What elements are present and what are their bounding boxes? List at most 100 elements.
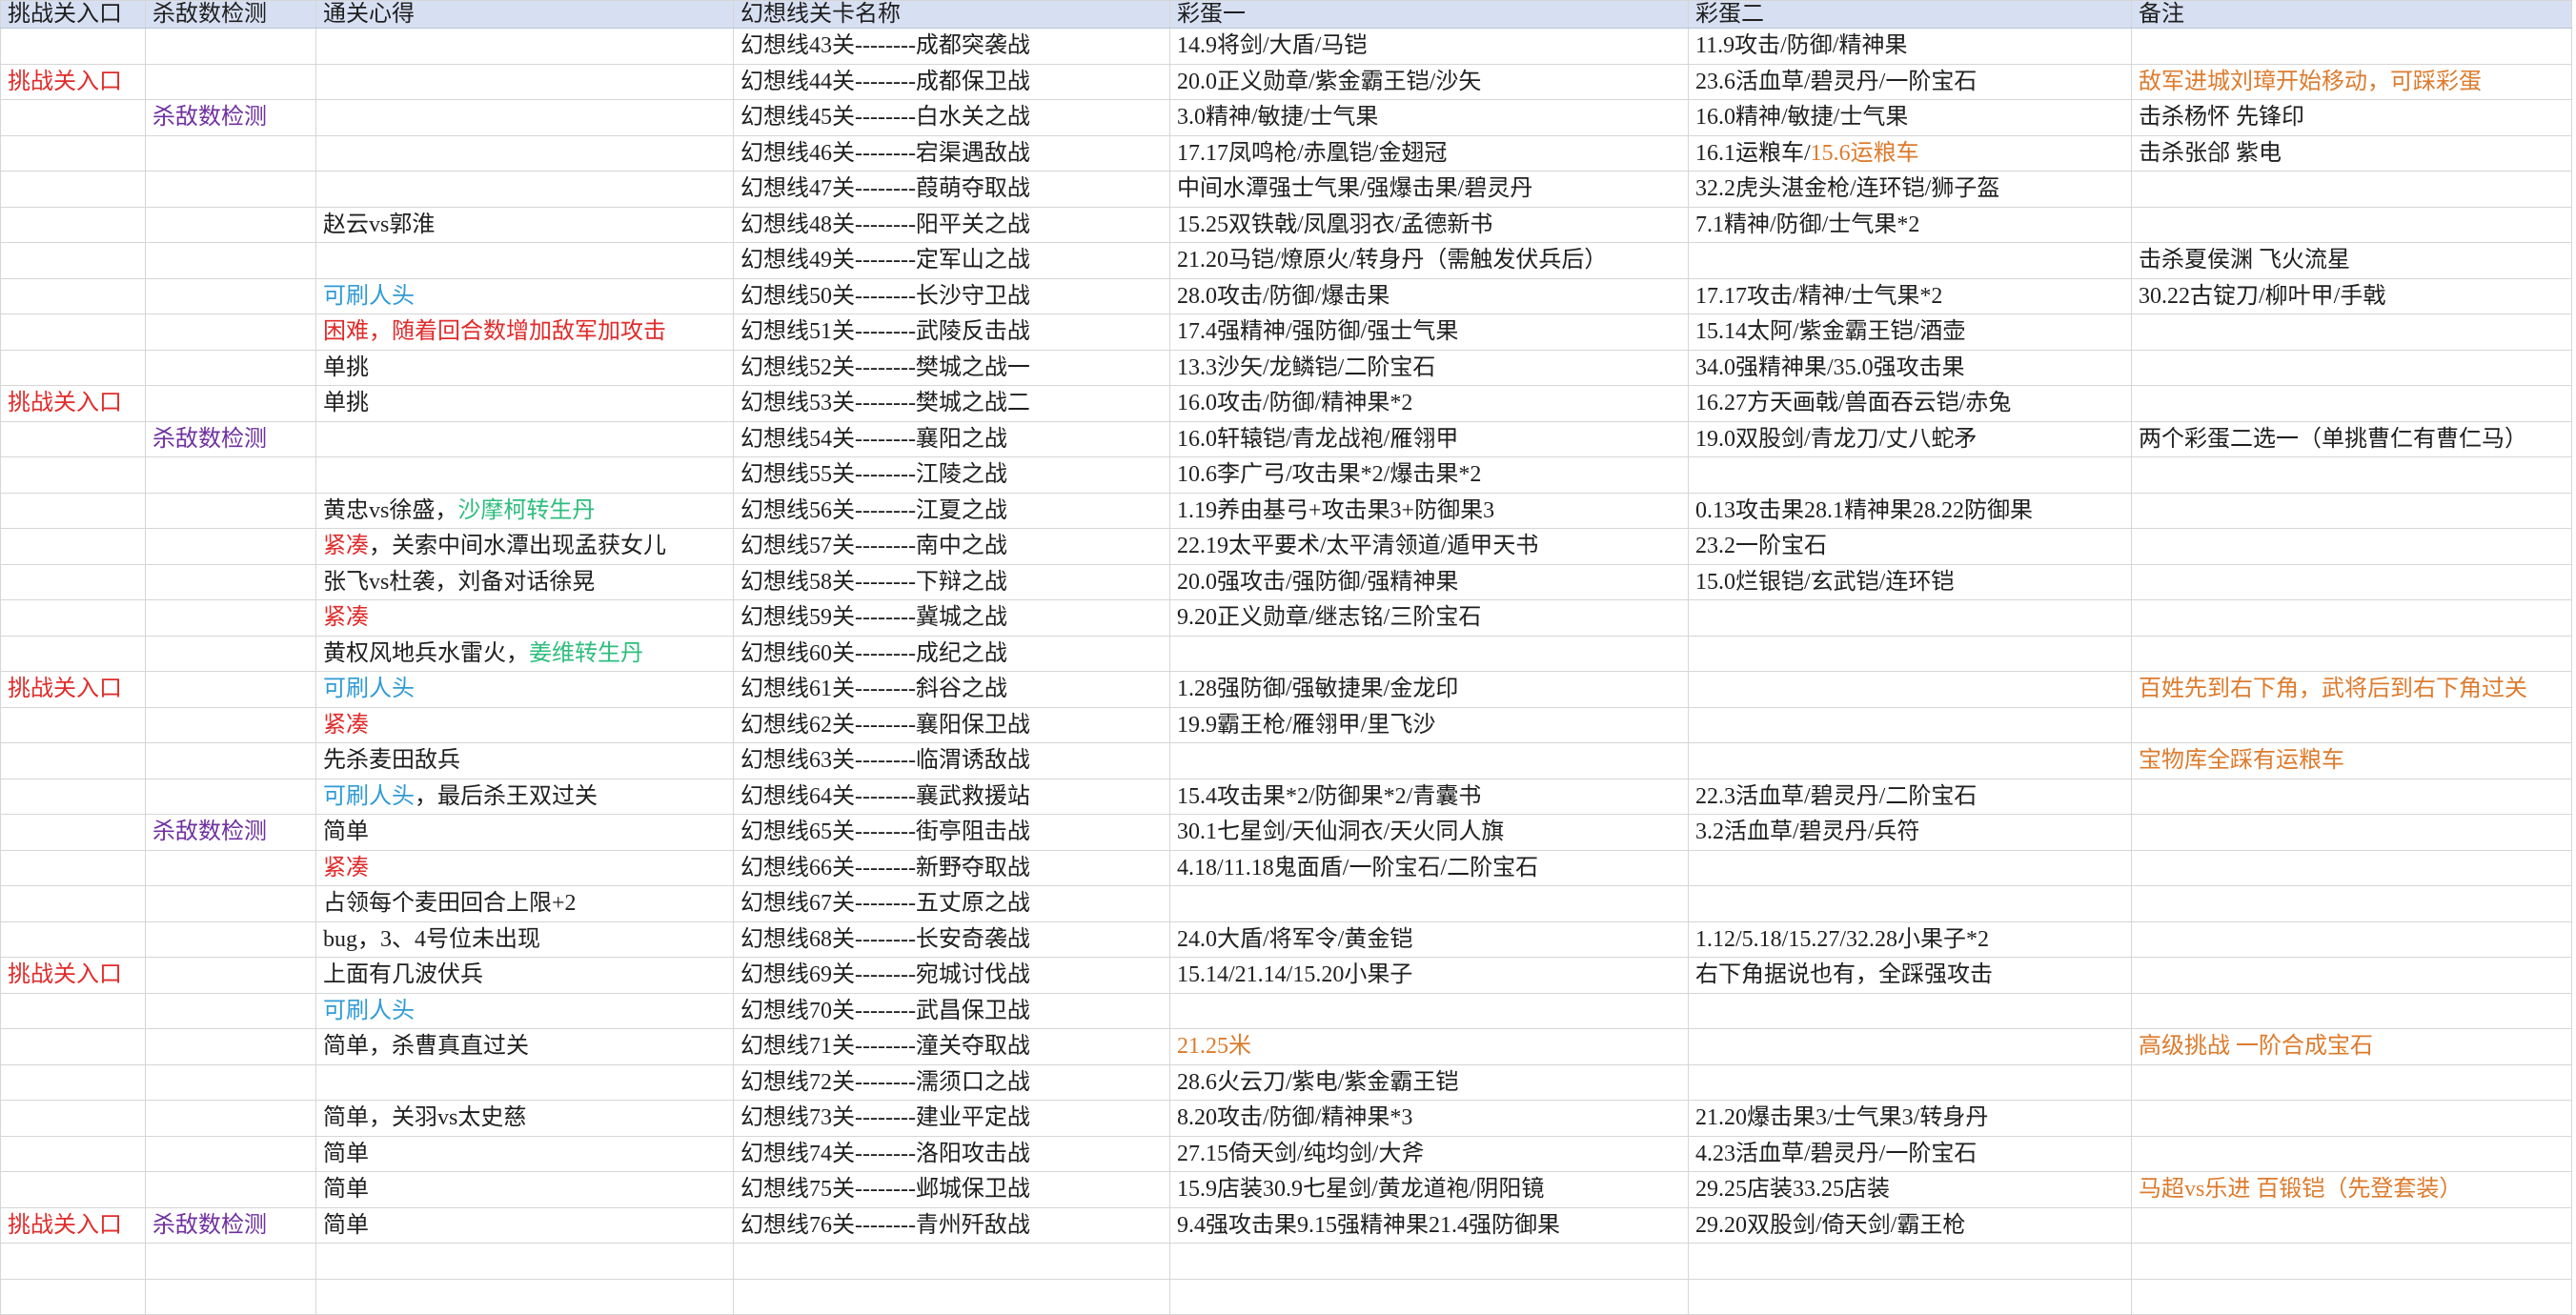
cell[interactable]: 简单，杀曹真直过关 xyxy=(316,1029,734,1065)
cell[interactable]: 紧凑，关索中间水潭出现孟获女儿 xyxy=(316,529,734,565)
cell[interactable] xyxy=(2132,958,2572,994)
cell[interactable]: 22.19太平要术/太平清领道/遁甲天书 xyxy=(1170,529,1689,565)
cell[interactable]: 困难，随着回合数增加敌军加攻击 xyxy=(316,314,734,351)
cell[interactable] xyxy=(2132,815,2572,851)
cell[interactable] xyxy=(146,529,316,565)
cell[interactable]: 中间水潭强士气果/强爆击果/碧灵丹 xyxy=(1170,172,1689,208)
cell[interactable]: 30.1七星剑/天仙洞衣/天火同人旗 xyxy=(1170,815,1689,851)
cell[interactable] xyxy=(2132,921,2572,958)
cell[interactable] xyxy=(2132,1136,2572,1172)
cell[interactable] xyxy=(1,886,146,922)
cell[interactable] xyxy=(1689,886,2132,922)
cell[interactable]: 可刷人头，最后杀王双过关 xyxy=(316,779,734,815)
cell[interactable]: 幻想线67关--------五丈原之战 xyxy=(734,886,1170,922)
cell[interactable]: 幻想线75关--------邺城保卫战 xyxy=(734,1172,1170,1208)
cell[interactable] xyxy=(2132,1207,2572,1244)
cell[interactable]: 17.17攻击/精神/士气果*2 xyxy=(1689,278,2132,314)
cell[interactable] xyxy=(1170,886,1689,922)
cell[interactable]: 9.20正义勋章/继志铭/三阶宝石 xyxy=(1170,600,1689,637)
cell[interactable] xyxy=(146,386,316,422)
cell[interactable]: 幻想线51关--------武陵反击战 xyxy=(734,314,1170,351)
cell[interactable]: 幻想线53关--------樊城之战二 xyxy=(734,386,1170,422)
cell[interactable] xyxy=(316,1279,734,1315)
cell[interactable] xyxy=(316,64,734,100)
cell[interactable] xyxy=(1689,243,2132,279)
cell[interactable] xyxy=(1689,743,2132,779)
cell[interactable] xyxy=(146,1064,316,1101)
cell[interactable]: 右下角据说也有，全踩强攻击 xyxy=(1689,958,2132,994)
cell[interactable] xyxy=(2132,1101,2572,1137)
cell[interactable]: 幻想线59关--------冀城之战 xyxy=(734,600,1170,637)
cell[interactable]: 21.20爆击果3/士气果3/转身丹 xyxy=(1689,1101,2132,1137)
cell[interactable]: 幻想线63关--------临渭诱敌战 xyxy=(734,743,1170,779)
cell[interactable] xyxy=(1,421,146,457)
cell[interactable]: 10.6李广弓/攻击果*2/爆击果*2 xyxy=(1170,457,1689,494)
cell[interactable]: 15.14太阿/紫金霸王铠/酒壶 xyxy=(1689,314,2132,351)
cell[interactable]: 幻想线52关--------樊城之战一 xyxy=(734,350,1170,386)
cell[interactable]: 单挑 xyxy=(316,386,734,422)
cell[interactable]: 简单 xyxy=(316,1207,734,1244)
cell[interactable] xyxy=(316,243,734,279)
cell[interactable]: 21.25米 xyxy=(1170,1029,1689,1065)
cell[interactable]: 28.6火云刀/紫电/紫金霸王铠 xyxy=(1170,1064,1689,1101)
cell[interactable]: 单挑 xyxy=(316,350,734,386)
cell[interactable] xyxy=(316,421,734,457)
cell[interactable]: 挑战关入口 xyxy=(1,958,146,994)
cell[interactable]: 3.0精神/敏捷/士气果 xyxy=(1170,100,1689,136)
cell[interactable] xyxy=(1689,1029,2132,1065)
cell[interactable] xyxy=(146,779,316,815)
cell[interactable]: 简单，关羽vs太史慈 xyxy=(316,1101,734,1137)
cell[interactable]: 1.28强防御/强敏捷果/金龙印 xyxy=(1170,672,1689,708)
cell[interactable]: 幻想线49关--------定军山之战 xyxy=(734,243,1170,279)
cell[interactable]: 幻想线44关--------成都保卫战 xyxy=(734,64,1170,100)
cell[interactable] xyxy=(146,707,316,743)
cell[interactable] xyxy=(1689,1279,2132,1315)
cell[interactable]: 17.4强精神/强防御/强士气果 xyxy=(1170,314,1689,351)
cell[interactable]: 张飞vs杜袭，刘备对话徐晃 xyxy=(316,564,734,600)
cell[interactable]: 简单 xyxy=(316,1172,734,1208)
cell[interactable] xyxy=(2132,314,2572,351)
cell[interactable] xyxy=(2132,457,2572,494)
cell[interactable] xyxy=(316,457,734,494)
cell[interactable]: 挑战关入口 xyxy=(1,386,146,422)
cell[interactable] xyxy=(2132,172,2572,208)
cell[interactable]: 幻想线69关--------宛城讨伐战 xyxy=(734,958,1170,994)
cell[interactable]: 幻想线72关--------濡须口之战 xyxy=(734,1064,1170,1101)
cell[interactable] xyxy=(1,493,146,529)
cell[interactable] xyxy=(1,1172,146,1208)
cell[interactable]: 幻想线43关--------成都突袭战 xyxy=(734,29,1170,65)
cell[interactable]: 15.14/21.14/15.20小果子 xyxy=(1170,958,1689,994)
cell[interactable]: 幻想线73关--------建业平定战 xyxy=(734,1101,1170,1137)
cell[interactable]: 幻想线61关--------斜谷之战 xyxy=(734,672,1170,708)
column-header[interactable]: 幻想线关卡名称 xyxy=(734,1,1170,29)
cell[interactable]: 幻想线74关--------洛阳攻击战 xyxy=(734,1136,1170,1172)
cell[interactable] xyxy=(2132,493,2572,529)
cell[interactable] xyxy=(1,135,146,172)
cell[interactable] xyxy=(1,1101,146,1137)
cell[interactable]: 1.12/5.18/15.27/32.28小果子*2 xyxy=(1689,921,2132,958)
cell[interactable] xyxy=(146,850,316,886)
cell[interactable] xyxy=(1689,1244,2132,1280)
cell[interactable] xyxy=(146,958,316,994)
cell[interactable] xyxy=(1689,457,2132,494)
column-header[interactable]: 通关心得 xyxy=(316,1,734,29)
cell[interactable] xyxy=(146,1101,316,1137)
cell[interactable]: 16.27方天画戟/兽面吞云铠/赤兔 xyxy=(1689,386,2132,422)
cell[interactable]: 4.18/11.18鬼面盾/一阶宝石/二阶宝石 xyxy=(1170,850,1689,886)
cell[interactable]: 32.2虎头湛金枪/连环铠/狮子盔 xyxy=(1689,172,2132,208)
cell[interactable]: 挑战关入口 xyxy=(1,64,146,100)
cell[interactable]: 0.13攻击果28.1精神果28.22防御果 xyxy=(1689,493,2132,529)
cell[interactable] xyxy=(146,1172,316,1208)
cell[interactable]: 百姓先到右下角，武将后到右下角过关 xyxy=(2132,672,2572,708)
cell[interactable] xyxy=(1,815,146,851)
cell[interactable]: 20.0正义勋章/紫金霸王铠/沙矢 xyxy=(1170,64,1689,100)
cell[interactable]: 幻想线55关--------江陵之战 xyxy=(734,457,1170,494)
cell[interactable] xyxy=(1689,850,2132,886)
cell[interactable]: 幻想线66关--------新野夺取战 xyxy=(734,850,1170,886)
cell[interactable]: 幻想线46关--------宕渠遇敌战 xyxy=(734,135,1170,172)
cell[interactable]: 7.1精神/防御/士气果*2 xyxy=(1689,207,2132,243)
cell[interactable]: 11.9攻击/防御/精神果 xyxy=(1689,29,2132,65)
cell[interactable]: 幻想线64关--------襄武救援站 xyxy=(734,779,1170,815)
cell[interactable]: 29.25店装33.25店装 xyxy=(1689,1172,2132,1208)
cell[interactable] xyxy=(2132,993,2572,1029)
